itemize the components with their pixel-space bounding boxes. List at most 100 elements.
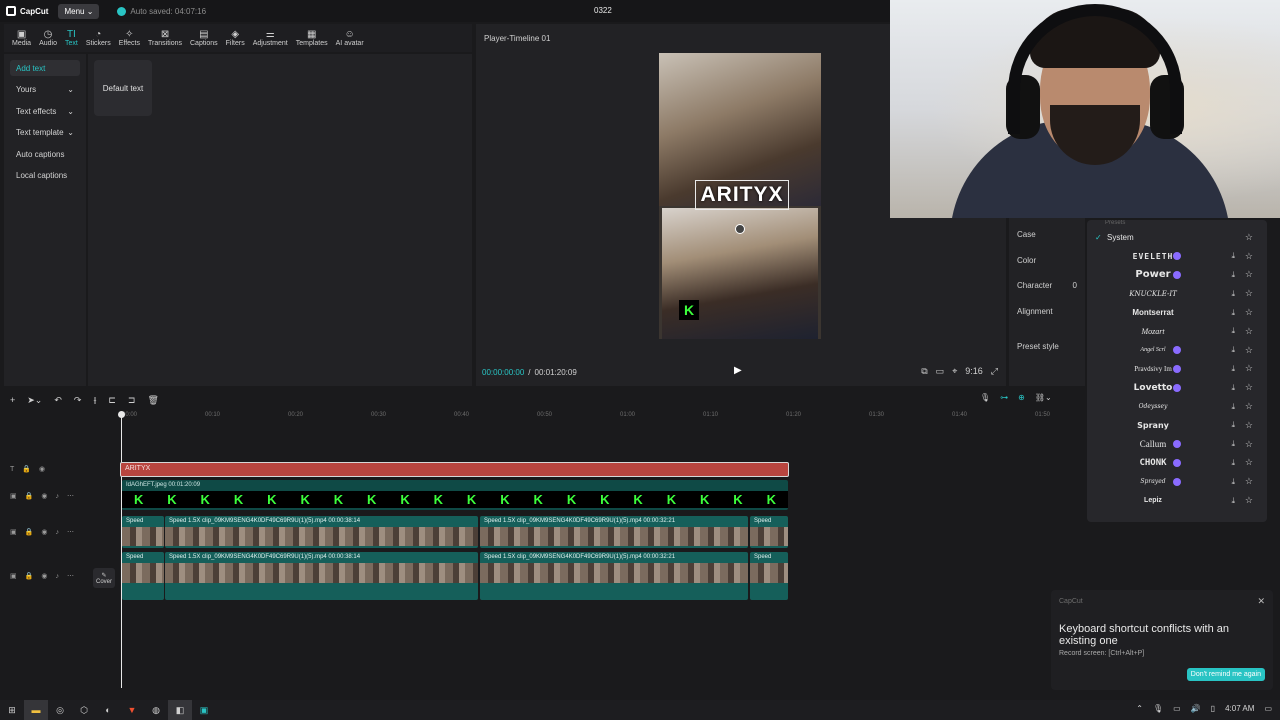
notification-icon[interactable]: ▭: [1264, 704, 1272, 713]
star-icon[interactable]: ☆: [1245, 269, 1253, 280]
start-icon[interactable]: ⊞: [0, 700, 24, 720]
download-icon[interactable]: ⤓: [1231, 383, 1235, 393]
chevron-up-icon[interactable]: ⌃: [1136, 704, 1143, 713]
video-clip[interactable]: Speed 1.5X clip_09KM9SENG4K0DF49C69R9U(1…: [165, 516, 478, 548]
timeline-ruler[interactable]: 00:00 00:10 00:20 00:30 00:40 00:50 01:00 01:10…: [120, 412, 1090, 422]
font-item[interactable]: Sprany ⤓ ☆: [1095, 416, 1259, 435]
star-icon[interactable]: ☆: [1245, 363, 1253, 374]
star-icon[interactable]: ☆: [1245, 288, 1253, 299]
obs-icon[interactable]: ◍: [144, 700, 168, 720]
video-clip[interactable]: Speed: [750, 516, 788, 548]
split-left-icon[interactable]: ⊏: [108, 395, 116, 406]
tool-ai-avatar[interactable]: ☺ AI avatar: [334, 24, 366, 52]
star-icon[interactable]: ☆: [1245, 232, 1253, 243]
download-icon[interactable]: ⤓: [1231, 251, 1235, 261]
download-icon[interactable]: ⤓: [1231, 308, 1235, 318]
eye-icon[interactable]: ◉: [39, 465, 45, 473]
lock-icon[interactable]: 🔒: [25, 572, 34, 580]
focus-icon[interactable]: ⌖: [952, 366, 957, 377]
star-icon[interactable]: ☆: [1245, 401, 1253, 412]
aspect-ratio-button[interactable]: 9:16: [965, 366, 983, 377]
star-icon[interactable]: ☆: [1245, 495, 1253, 506]
tool-adjustment[interactable]: ⚌ Adjustment: [251, 24, 290, 52]
fullscreen-icon[interactable]: ⤢: [991, 366, 998, 377]
file-explorer-icon[interactable]: ▬: [24, 700, 48, 720]
font-item[interactable]: CHONK ⤓ ☆: [1095, 454, 1259, 473]
volume-icon[interactable]: 🔊: [1191, 704, 1201, 713]
font-item[interactable]: Sprayed ⤓ ☆: [1095, 472, 1259, 491]
brave-icon[interactable]: ▼: [120, 700, 144, 720]
download-icon[interactable]: ⤓: [1231, 439, 1235, 449]
lock-icon[interactable]: 🔒: [25, 528, 34, 536]
star-icon[interactable]: ☆: [1245, 326, 1253, 337]
app-icon[interactable]: ⬡: [72, 700, 96, 720]
download-icon[interactable]: ⤓: [1231, 477, 1235, 487]
star-icon[interactable]: ☆: [1245, 307, 1253, 318]
video-preview[interactable]: ARITYX K: [659, 53, 821, 339]
download-icon[interactable]: ⤓: [1231, 326, 1235, 336]
tool-captions[interactable]: ▤ Captions: [188, 24, 220, 52]
font-item[interactable]: Lovetto ⤓ ☆: [1095, 378, 1259, 397]
eye-icon[interactable]: ◉: [41, 492, 47, 500]
star-icon[interactable]: ☆: [1245, 457, 1253, 468]
font-item[interactable]: Montserrat ⤓ ☆: [1095, 303, 1259, 322]
download-icon[interactable]: ⤓: [1231, 402, 1235, 412]
video-clip[interactable]: Speed: [122, 552, 164, 600]
quality-icon[interactable]: ▭: [936, 366, 945, 377]
rotate-handle-icon[interactable]: [735, 224, 745, 234]
lock-icon[interactable]: 🔒: [25, 492, 34, 500]
cover-button[interactable]: ✎ Cover: [93, 568, 115, 588]
capcut-taskbar-icon[interactable]: ◧: [168, 700, 192, 720]
microphone-icon[interactable]: 🎙: [980, 393, 990, 402]
video-clip[interactable]: Speed 1.5X clip_09KM9SENG4K0DF49C69R9U(1…: [480, 516, 748, 548]
download-icon[interactable]: ⤓: [1231, 420, 1235, 430]
video-clip[interactable]: Speed: [122, 516, 164, 548]
undo-icon[interactable]: ↶: [54, 395, 62, 406]
tool-text[interactable]: TI Text: [63, 24, 80, 52]
video-clip[interactable]: Speed: [750, 552, 788, 600]
dont-remind-button[interactable]: Don't remind me again: [1186, 668, 1265, 681]
eye-icon[interactable]: ◉: [41, 528, 47, 536]
clock[interactable]: 4:07 AM: [1225, 704, 1254, 713]
eye-icon[interactable]: ◉: [41, 572, 47, 580]
split-right-icon[interactable]: ⊐: [128, 395, 136, 406]
crop-icon[interactable]: ⧉: [921, 366, 927, 377]
chrome-icon[interactable]: ◎: [48, 700, 72, 720]
nav-text-template[interactable]: Text template ⌄: [10, 124, 80, 140]
star-icon[interactable]: ☆: [1245, 251, 1253, 262]
font-item[interactable]: Odeyssey ⤓ ☆: [1095, 397, 1259, 416]
add-icon[interactable]: +: [10, 395, 15, 405]
nav-text-effects[interactable]: Text effects ⌄: [10, 103, 80, 119]
playhead[interactable]: [121, 412, 122, 688]
font-item[interactable]: Angel Scrl ⤓ ☆: [1095, 341, 1259, 360]
video-clip[interactable]: Speed 1.5X clip_09KM9SENG4K0DF49C69R9U(1…: [165, 552, 478, 600]
tool-filters[interactable]: ◈ Filters: [224, 24, 247, 52]
delete-icon[interactable]: 🗑: [147, 395, 158, 406]
font-item[interactable]: Power ⤓ ☆: [1095, 266, 1259, 285]
star-icon[interactable]: ☆: [1245, 345, 1253, 356]
menu-button[interactable]: Menu ⌄: [58, 3, 100, 19]
download-icon[interactable]: ⤓: [1231, 458, 1235, 468]
close-icon[interactable]: ✕: [1257, 596, 1265, 607]
prop-color[interactable]: Color: [1017, 248, 1077, 274]
nav-add-text[interactable]: Add text: [10, 60, 80, 76]
steam-icon[interactable]: ◐: [96, 700, 120, 720]
star-icon[interactable]: ☆: [1245, 439, 1253, 450]
font-item[interactable]: KNUCKLE-IT ⤓ ☆: [1095, 284, 1259, 303]
prop-preset-style[interactable]: Preset style: [1017, 334, 1077, 360]
tool-transitions[interactable]: ⊠ Transitions: [146, 24, 184, 52]
overlay-clip[interactable]: IdAGhEFT.jpeg 00:01:20:09 K K K K K K K K K K K K K K…: [122, 480, 788, 510]
redo-icon[interactable]: ↷: [74, 395, 82, 406]
prop-alignment[interactable]: Alignment: [1017, 299, 1077, 325]
store-icon[interactable]: ▣: [192, 700, 216, 720]
more-icon[interactable]: ⋯: [67, 572, 74, 580]
text-overlay[interactable]: ARITYX: [695, 180, 789, 210]
tool-templates[interactable]: ▦ Templates: [294, 24, 330, 52]
nav-local-captions[interactable]: Local captions: [10, 167, 80, 183]
character-value[interactable]: 0: [1073, 281, 1077, 290]
audio-icon[interactable]: ♪: [55, 529, 59, 536]
download-icon[interactable]: ⤓: [1231, 496, 1235, 506]
nav-yours[interactable]: Yours ⌄: [10, 81, 80, 97]
star-icon[interactable]: ☆: [1245, 382, 1253, 393]
star-icon[interactable]: ☆: [1245, 420, 1253, 431]
